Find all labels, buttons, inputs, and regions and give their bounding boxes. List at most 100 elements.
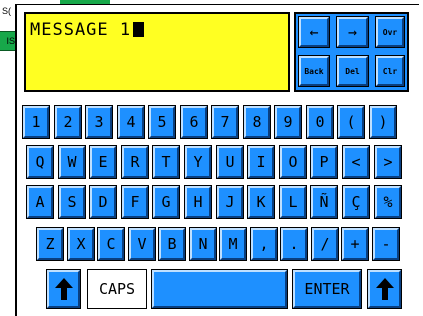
key-row2-7[interactable]: I — [247, 145, 275, 179]
key-row3-1[interactable]: S — [58, 185, 86, 219]
key-label: A — [35, 193, 45, 211]
caps-lock-label: CAPS — [98, 280, 136, 298]
key-label: G — [161, 193, 171, 211]
cursor-right-key[interactable]: → — [336, 16, 369, 48]
key-label: C — [106, 235, 116, 253]
key-row1-8[interactable]: 9 — [274, 105, 302, 139]
shift-right-key[interactable] — [367, 269, 402, 309]
key-label: F — [130, 193, 140, 211]
key-row1-5[interactable]: 6 — [180, 105, 208, 139]
key-row3-6[interactable]: J — [216, 185, 244, 219]
backspace-key-label: Back — [304, 66, 324, 76]
key-row3-11[interactable]: % — [374, 185, 402, 219]
text-cursor — [133, 22, 145, 37]
background-text: S( — [2, 6, 11, 16]
key-label: % — [383, 193, 393, 211]
key-label: 1 — [31, 113, 41, 131]
key-label: . — [289, 235, 299, 253]
key-row3-7[interactable]: K — [247, 185, 275, 219]
key-label: W — [67, 153, 77, 171]
key-row2-11[interactable]: > — [374, 145, 402, 179]
key-row3-0[interactable]: A — [26, 185, 54, 219]
key-row2-1[interactable]: W — [58, 145, 86, 179]
enter-key[interactable]: ENTER — [292, 269, 362, 309]
message-text: MESSAGE 1 — [30, 20, 132, 40]
key-row3-4[interactable]: G — [152, 185, 180, 219]
key-row1-2[interactable]: 3 — [85, 105, 113, 139]
key-row3-8[interactable]: L — [279, 185, 307, 219]
key-label: V — [137, 235, 147, 253]
key-row2-0[interactable]: Q — [26, 145, 54, 179]
key-row1-6[interactable]: 7 — [211, 105, 239, 139]
key-label: 4 — [126, 113, 136, 131]
key-label: T — [161, 153, 171, 171]
key-row1-9[interactable]: 0 — [306, 105, 334, 139]
key-row1-11[interactable]: ) — [369, 105, 397, 139]
key-label: ( — [346, 113, 356, 131]
key-row4-4[interactable]: B — [158, 227, 186, 261]
key-row1-4[interactable]: 5 — [148, 105, 176, 139]
up-arrow-icon — [375, 278, 394, 300]
key-label: E — [98, 153, 108, 171]
key-row3-3[interactable]: F — [121, 185, 149, 219]
key-row1-10[interactable]: ( — [337, 105, 365, 139]
key-label: > — [383, 153, 393, 171]
caps-lock-key[interactable]: CAPS — [87, 269, 147, 309]
message-display-text: MESSAGE 1 — [30, 20, 145, 40]
key-label: - — [381, 235, 391, 253]
key-row4-2[interactable]: C — [97, 227, 125, 261]
key-row2-9[interactable]: P — [310, 145, 338, 179]
space-key[interactable] — [151, 269, 288, 309]
key-label: 5 — [157, 113, 167, 131]
key-row4-0[interactable]: Z — [36, 227, 64, 261]
cursor-left-key[interactable]: ← — [298, 16, 330, 48]
key-label: Q — [35, 153, 45, 171]
key-row1-1[interactable]: 2 — [54, 105, 82, 139]
key-label: P — [319, 153, 329, 171]
key-label: R — [130, 153, 140, 171]
key-row2-4[interactable]: T — [152, 145, 180, 179]
key-row4-10[interactable]: + — [341, 227, 369, 261]
backspace-key[interactable]: Back — [298, 55, 330, 87]
key-row4-9[interactable]: / — [311, 227, 339, 261]
left-arrow-icon: ← — [309, 23, 319, 41]
key-row4-3[interactable]: V — [128, 227, 156, 261]
key-row4-11[interactable]: - — [372, 227, 400, 261]
delete-key[interactable]: Del — [336, 55, 369, 87]
key-row2-6[interactable]: U — [216, 145, 244, 179]
key-label: J — [225, 193, 235, 211]
clear-key[interactable]: Clr — [375, 55, 405, 87]
key-row2-10[interactable]: < — [342, 145, 370, 179]
key-row2-3[interactable]: R — [121, 145, 149, 179]
enter-key-label: ENTER — [304, 280, 350, 298]
key-label: < — [351, 153, 361, 171]
key-label: 3 — [94, 113, 104, 131]
key-row3-10[interactable]: Ç — [342, 185, 370, 219]
key-label: I — [256, 153, 266, 171]
key-row1-7[interactable]: 8 — [243, 105, 271, 139]
key-row3-2[interactable]: D — [89, 185, 117, 219]
key-row2-2[interactable]: E — [89, 145, 117, 179]
key-label: Ñ — [319, 193, 329, 211]
key-label: 6 — [189, 113, 199, 131]
message-display: MESSAGE 1 — [24, 12, 290, 92]
key-row4-6[interactable]: M — [219, 227, 247, 261]
key-row1-0[interactable]: 1 — [22, 105, 50, 139]
key-label: Y — [193, 153, 203, 171]
key-row4-1[interactable]: X — [67, 227, 95, 261]
key-row4-5[interactable]: N — [189, 227, 217, 261]
key-label: N — [198, 235, 208, 253]
key-row2-5[interactable]: Y — [184, 145, 212, 179]
key-row1-3[interactable]: 4 — [117, 105, 145, 139]
key-row2-8[interactable]: O — [279, 145, 307, 179]
key-label: O — [288, 153, 298, 171]
overwrite-key-label: Ovr — [382, 27, 398, 37]
clear-key-label: Clr — [382, 66, 398, 76]
key-row4-8[interactable]: . — [280, 227, 308, 261]
shift-left-key[interactable] — [46, 269, 81, 309]
key-row3-9[interactable]: Ñ — [310, 185, 338, 219]
overwrite-key[interactable]: Ovr — [375, 16, 405, 48]
key-row3-5[interactable]: H — [184, 185, 212, 219]
key-row4-7[interactable]: , — [250, 227, 278, 261]
key-label: D — [98, 193, 108, 211]
